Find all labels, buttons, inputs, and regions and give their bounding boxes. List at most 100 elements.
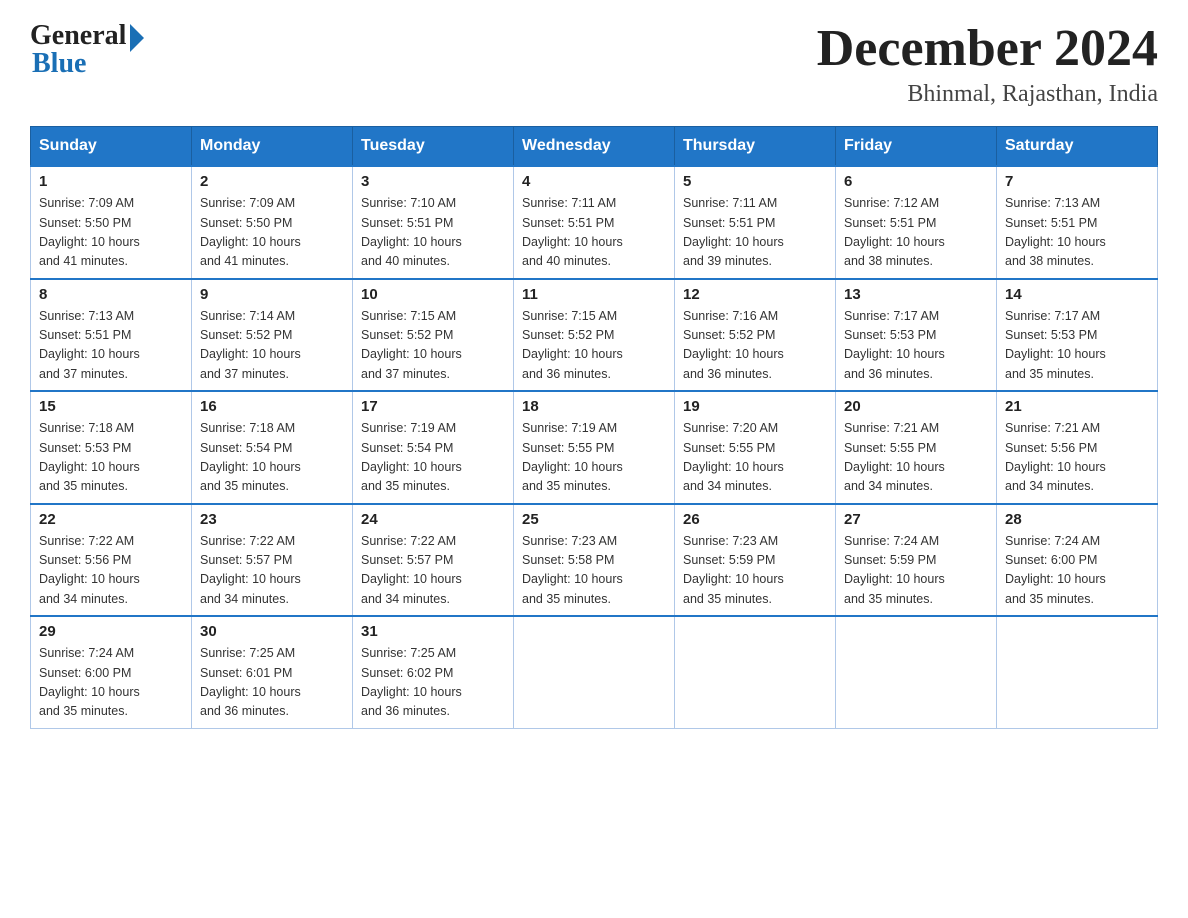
calendar-cell: 24 Sunrise: 7:22 AMSunset: 5:57 PMDayligh… (353, 504, 514, 617)
day-number: 24 (361, 511, 505, 528)
header-thursday: Thursday (675, 127, 836, 167)
calendar-cell: 18 Sunrise: 7:19 AMSunset: 5:55 PMDayligh… (514, 391, 675, 504)
day-number: 30 (200, 623, 344, 640)
day-info: Sunrise: 7:09 AMSunset: 5:50 PMDaylight:… (200, 194, 344, 272)
day-number: 10 (361, 286, 505, 303)
calendar-cell: 28 Sunrise: 7:24 AMSunset: 6:00 PMDayligh… (997, 504, 1158, 617)
day-number: 22 (39, 511, 183, 528)
day-number: 31 (361, 623, 505, 640)
calendar-cell: 16Sunrise: 7:18 AMSunset: 5:54 PMDayligh… (192, 391, 353, 504)
calendar-cell (514, 616, 675, 728)
day-number: 15 (39, 398, 183, 415)
day-info: Sunrise: 7:25 AMSunset: 6:01 PMDaylight:… (200, 644, 344, 722)
calendar-cell: 25 Sunrise: 7:23 AMSunset: 5:58 PMDayligh… (514, 504, 675, 617)
logo-arrow-icon (130, 24, 144, 52)
calendar-cell: 3Sunrise: 7:10 AMSunset: 5:51 PMDaylight… (353, 166, 514, 279)
day-info: Sunrise: 7:24 AMSunset: 6:00 PMDaylight:… (1005, 532, 1149, 610)
calendar-cell: 23 Sunrise: 7:22 AMSunset: 5:57 PMDayligh… (192, 504, 353, 617)
calendar-cell: 5 Sunrise: 7:11 AMSunset: 5:51 PMDaylight… (675, 166, 836, 279)
calendar-cell: 6Sunrise: 7:12 AMSunset: 5:51 PMDaylight… (836, 166, 997, 279)
day-info: Sunrise: 7:24 AMSunset: 5:59 PMDaylight:… (844, 532, 988, 610)
calendar-week-row: 8 Sunrise: 7:13 AMSunset: 5:51 PMDaylight… (31, 279, 1158, 392)
calendar-cell: 10 Sunrise: 7:15 AMSunset: 5:52 PMDayligh… (353, 279, 514, 392)
calendar-cell: 21 Sunrise: 7:21 AMSunset: 5:56 PMDayligh… (997, 391, 1158, 504)
day-info: Sunrise: 7:23 AMSunset: 5:58 PMDaylight:… (522, 532, 666, 610)
day-info: Sunrise: 7:25 AMSunset: 6:02 PMDaylight:… (361, 644, 505, 722)
day-number: 17 (361, 398, 505, 415)
calendar-cell: 29 Sunrise: 7:24 AMSunset: 6:00 PMDayligh… (31, 616, 192, 728)
day-number: 1 (39, 173, 183, 190)
day-info: Sunrise: 7:13 AMSunset: 5:51 PMDaylight:… (1005, 194, 1149, 272)
calendar-cell: 20 Sunrise: 7:21 AMSunset: 5:55 PMDayligh… (836, 391, 997, 504)
calendar-cell: 2Sunrise: 7:09 AMSunset: 5:50 PMDaylight… (192, 166, 353, 279)
calendar-cell: 31 Sunrise: 7:25 AMSunset: 6:02 PMDayligh… (353, 616, 514, 728)
header-tuesday: Tuesday (353, 127, 514, 167)
day-info: Sunrise: 7:14 AMSunset: 5:52 PMDaylight:… (200, 307, 344, 385)
day-info: Sunrise: 7:15 AMSunset: 5:52 PMDaylight:… (361, 307, 505, 385)
day-number: 20 (844, 398, 988, 415)
calendar-cell: 8 Sunrise: 7:13 AMSunset: 5:51 PMDaylight… (31, 279, 192, 392)
day-info: Sunrise: 7:18 AMSunset: 5:54 PMDaylight:… (200, 419, 344, 497)
day-info: Sunrise: 7:19 AMSunset: 5:55 PMDaylight:… (522, 419, 666, 497)
calendar-week-row: 29 Sunrise: 7:24 AMSunset: 6:00 PMDayligh… (31, 616, 1158, 728)
day-info: Sunrise: 7:19 AMSunset: 5:54 PMDaylight:… (361, 419, 505, 497)
day-info: Sunrise: 7:16 AMSunset: 5:52 PMDaylight:… (683, 307, 827, 385)
day-info: Sunrise: 7:09 AMSunset: 5:50 PMDaylight:… (39, 194, 183, 272)
calendar-cell: 30 Sunrise: 7:25 AMSunset: 6:01 PMDayligh… (192, 616, 353, 728)
calendar-cell: 22 Sunrise: 7:22 AMSunset: 5:56 PMDayligh… (31, 504, 192, 617)
day-info: Sunrise: 7:13 AMSunset: 5:51 PMDaylight:… (39, 307, 183, 385)
day-number: 27 (844, 511, 988, 528)
title-block: December 2024 Bhinmal, Rajasthan, India (817, 20, 1158, 108)
calendar-cell: 11 Sunrise: 7:15 AMSunset: 5:52 PMDayligh… (514, 279, 675, 392)
day-info: Sunrise: 7:20 AMSunset: 5:55 PMDaylight:… (683, 419, 827, 497)
calendar-table: SundayMondayTuesdayWednesdayThursdayFrid… (30, 126, 1158, 729)
calendar-cell: 12Sunrise: 7:16 AMSunset: 5:52 PMDayligh… (675, 279, 836, 392)
day-info: Sunrise: 7:22 AMSunset: 5:56 PMDaylight:… (39, 532, 183, 610)
calendar-cell: 17 Sunrise: 7:19 AMSunset: 5:54 PMDayligh… (353, 391, 514, 504)
calendar-cell (675, 616, 836, 728)
calendar-cell: 19Sunrise: 7:20 AMSunset: 5:55 PMDayligh… (675, 391, 836, 504)
day-number: 29 (39, 623, 183, 640)
calendar-week-row: 15 Sunrise: 7:18 AMSunset: 5:53 PMDayligh… (31, 391, 1158, 504)
calendar-cell: 26 Sunrise: 7:23 AMSunset: 5:59 PMDayligh… (675, 504, 836, 617)
day-number: 25 (522, 511, 666, 528)
calendar-week-row: 22 Sunrise: 7:22 AMSunset: 5:56 PMDayligh… (31, 504, 1158, 617)
day-number: 26 (683, 511, 827, 528)
day-number: 3 (361, 173, 505, 190)
day-info: Sunrise: 7:23 AMSunset: 5:59 PMDaylight:… (683, 532, 827, 610)
day-info: Sunrise: 7:12 AMSunset: 5:51 PMDaylight:… (844, 194, 988, 272)
logo: General Blue (30, 20, 144, 80)
month-title: December 2024 (817, 20, 1158, 77)
day-number: 21 (1005, 398, 1149, 415)
header-sunday: Sunday (31, 127, 192, 167)
calendar-cell (997, 616, 1158, 728)
day-info: Sunrise: 7:17 AMSunset: 5:53 PMDaylight:… (1005, 307, 1149, 385)
day-number: 23 (200, 511, 344, 528)
calendar-cell: 15 Sunrise: 7:18 AMSunset: 5:53 PMDayligh… (31, 391, 192, 504)
day-info: Sunrise: 7:22 AMSunset: 5:57 PMDaylight:… (361, 532, 505, 610)
day-number: 4 (522, 173, 666, 190)
day-number: 11 (522, 286, 666, 303)
day-number: 18 (522, 398, 666, 415)
day-number: 7 (1005, 173, 1149, 190)
day-number: 8 (39, 286, 183, 303)
day-info: Sunrise: 7:24 AMSunset: 6:00 PMDaylight:… (39, 644, 183, 722)
day-number: 28 (1005, 511, 1149, 528)
day-info: Sunrise: 7:17 AMSunset: 5:53 PMDaylight:… (844, 307, 988, 385)
day-info: Sunrise: 7:22 AMSunset: 5:57 PMDaylight:… (200, 532, 344, 610)
day-info: Sunrise: 7:18 AMSunset: 5:53 PMDaylight:… (39, 419, 183, 497)
day-info: Sunrise: 7:11 AMSunset: 5:51 PMDaylight:… (683, 194, 827, 272)
day-info: Sunrise: 7:15 AMSunset: 5:52 PMDaylight:… (522, 307, 666, 385)
calendar-cell: 7 Sunrise: 7:13 AMSunset: 5:51 PMDaylight… (997, 166, 1158, 279)
page-header: General Blue December 2024 Bhinmal, Raja… (30, 20, 1158, 108)
day-number: 9 (200, 286, 344, 303)
day-number: 5 (683, 173, 827, 190)
day-number: 13 (844, 286, 988, 303)
day-info: Sunrise: 7:21 AMSunset: 5:55 PMDaylight:… (844, 419, 988, 497)
location-title: Bhinmal, Rajasthan, India (817, 81, 1158, 108)
calendar-cell: 13 Sunrise: 7:17 AMSunset: 5:53 PMDayligh… (836, 279, 997, 392)
calendar-cell (836, 616, 997, 728)
day-info: Sunrise: 7:21 AMSunset: 5:56 PMDaylight:… (1005, 419, 1149, 497)
day-info: Sunrise: 7:11 AMSunset: 5:51 PMDaylight:… (522, 194, 666, 272)
calendar-cell: 9 Sunrise: 7:14 AMSunset: 5:52 PMDaylight… (192, 279, 353, 392)
